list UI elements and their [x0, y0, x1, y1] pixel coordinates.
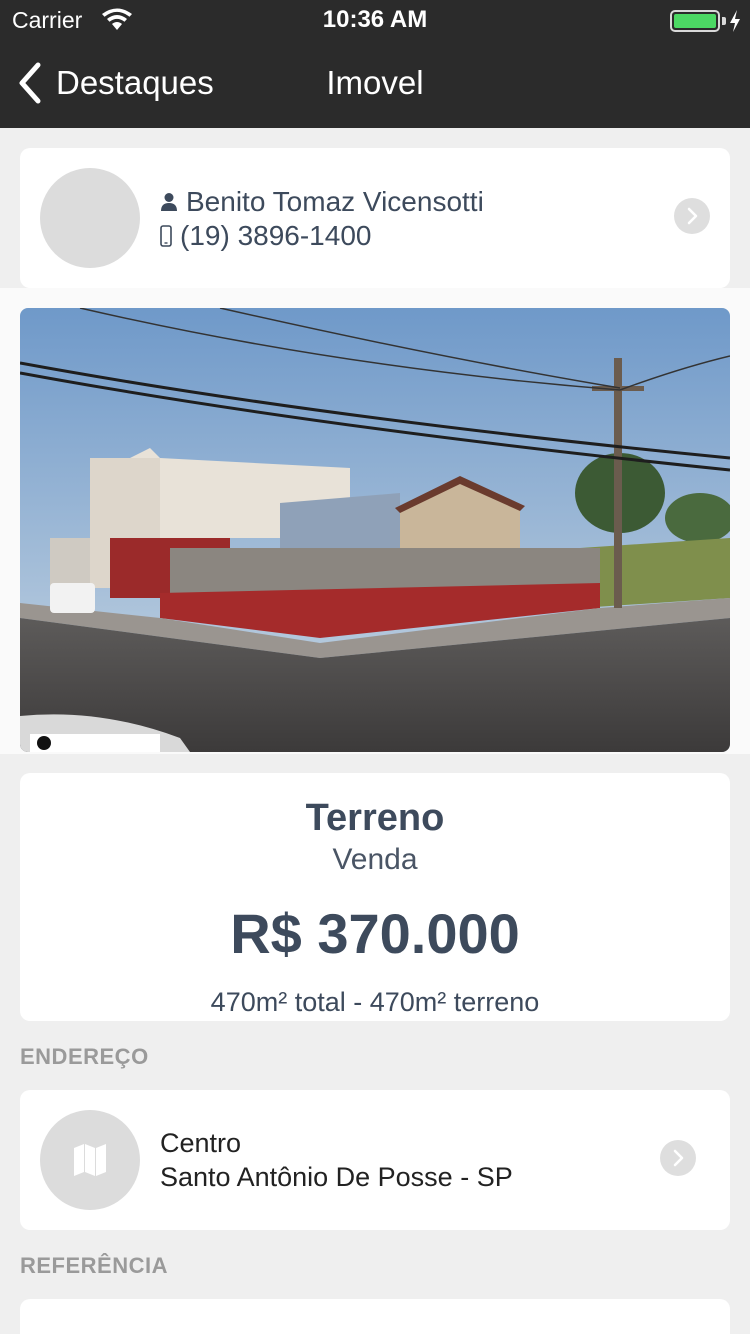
property-photo[interactable]: [20, 308, 730, 752]
map-icon: [74, 1144, 106, 1176]
address-section-title: ENDEREÇO: [20, 1044, 149, 1069]
property-area: 470m² total - 470m² terreno: [210, 987, 540, 1017]
avatar: [40, 168, 140, 268]
agent-card[interactable]: Benito Tomaz Vicensotti (19) 3896-1400: [20, 148, 730, 288]
back-button[interactable]: Destaques: [16, 58, 214, 108]
reference-section-title: REFERÊNCIA: [20, 1253, 169, 1278]
property-type: Terreno: [305, 797, 445, 839]
address-details-button[interactable]: [660, 1140, 696, 1176]
agent-details-button[interactable]: [674, 198, 710, 234]
chevron-right-icon: [673, 1149, 684, 1167]
property-summary-card: Terreno Venda R$ 370.000 470m² total - 4…: [20, 773, 730, 1021]
phone-icon: [160, 225, 172, 247]
map-icon-circle: [40, 1110, 140, 1210]
agent-phone[interactable]: (19) 3896-1400: [180, 220, 371, 252]
photo-section: [0, 288, 750, 754]
address-city: Santo Antônio De Posse - SP: [160, 1162, 513, 1192]
address-card[interactable]: Centro Santo Antônio De Posse - SP: [20, 1090, 730, 1230]
address-neighborhood: Centro: [160, 1128, 242, 1158]
chevron-left-icon: [19, 62, 41, 104]
deal-type: Venda: [332, 843, 418, 876]
agent-phone-row: (19) 3896-1400: [160, 220, 371, 252]
battery-cap: [722, 17, 726, 25]
navigation-bar: Destaques Imovel: [0, 40, 750, 128]
agent-name-row: Benito Tomaz Vicensotti: [160, 186, 484, 218]
reference-card: [20, 1299, 730, 1334]
chevron-right-icon: [687, 207, 698, 225]
back-label: Destaques: [56, 64, 214, 101]
property-price: R$ 370.000: [230, 902, 520, 965]
charging-bolt-icon: [730, 10, 740, 32]
property-photo-image: [20, 308, 730, 752]
clock: 10:36 AM: [322, 6, 428, 33]
battery-level: [674, 14, 716, 28]
agent-name: Benito Tomaz Vicensotti: [186, 186, 484, 217]
person-icon: [161, 193, 177, 211]
page-title: Imovel: [326, 64, 424, 101]
battery-icon: [670, 10, 720, 32]
status-bar: Carrier 10:36 AM: [0, 0, 750, 40]
